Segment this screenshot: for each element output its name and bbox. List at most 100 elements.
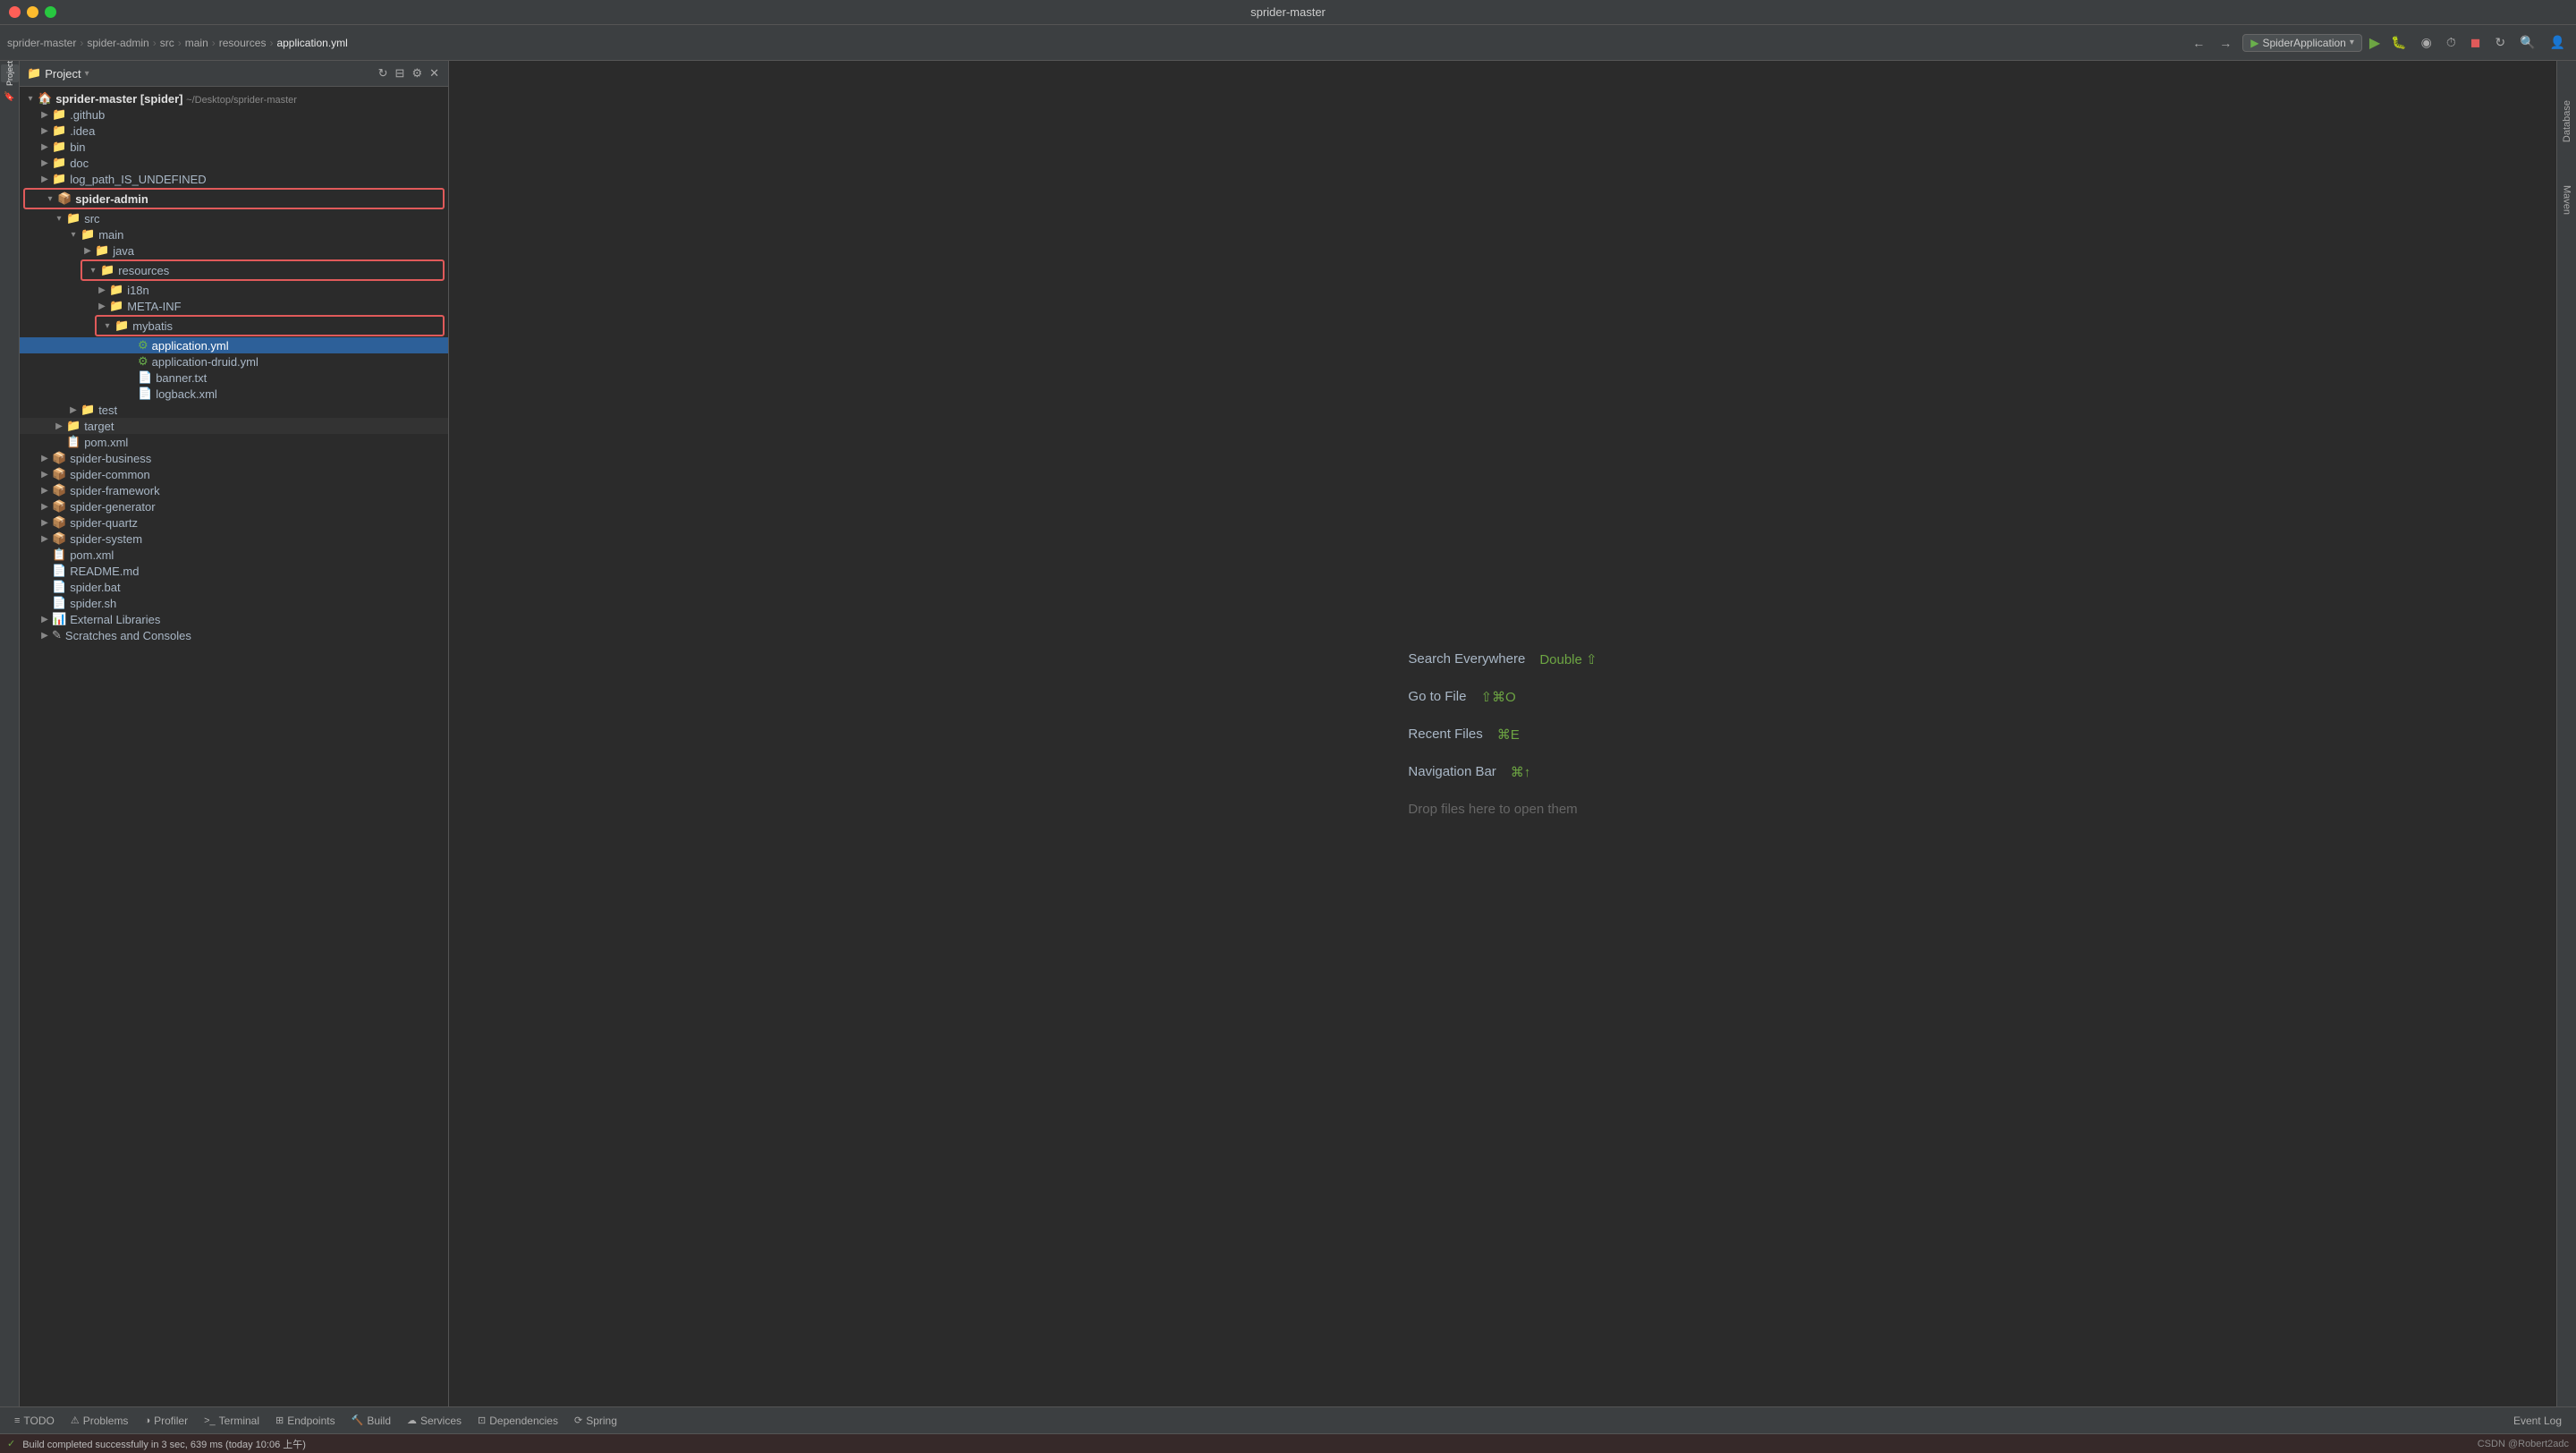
tree-item-spider-business[interactable]: ▶ 📦 spider-business (20, 450, 448, 466)
tree-item-spider-common[interactable]: ▶ 📦 spider-common (20, 466, 448, 482)
database-panel-button[interactable]: Database (2560, 97, 2574, 146)
sync-files-icon[interactable]: ↻ (377, 64, 390, 82)
tree-item-spider-bat[interactable]: 📄 spider.bat (20, 579, 448, 595)
tree-item-resources[interactable]: ▾ 📁 resources (82, 262, 443, 278)
tree-item-target[interactable]: ▶ 📁 target (20, 418, 448, 434)
tree-item-idea[interactable]: ▶ 📁 .idea (20, 123, 448, 139)
tree-item-logback[interactable]: 📄 logback.xml (20, 386, 448, 402)
tab-spring[interactable]: ⟳ Spring (567, 1413, 624, 1429)
dependencies-icon: ⊡ (478, 1415, 486, 1426)
module-admin-icon: 📦 (57, 191, 72, 206)
tab-problems[interactable]: ⚠ Problems (64, 1413, 136, 1429)
tree-item-scratches[interactable]: ▶ ✎ Scratches and Consoles (20, 627, 448, 643)
tab-dependencies[interactable]: ⊡ Dependencies (470, 1413, 565, 1429)
tree-item-src[interactable]: ▾ 📁 src (20, 210, 448, 226)
sidebar-title[interactable]: 📁 Project ▾ (27, 66, 89, 81)
tree-item-java[interactable]: ▶ 📁 java (20, 242, 448, 259)
file-readme-icon: 📄 (52, 564, 66, 578)
tree-item-spider-framework[interactable]: ▶ 📦 spider-framework (20, 482, 448, 498)
profile-icon[interactable]: ⏱ (2443, 33, 2460, 52)
tab-terminal[interactable]: >_ Terminal (197, 1413, 267, 1429)
chevron-down-icon: ▾ (2350, 38, 2354, 47)
folder-i18n-icon: 📁 (109, 283, 123, 297)
event-log-button[interactable]: Event Log (2506, 1413, 2569, 1429)
file-sh-icon: 📄 (52, 596, 66, 610)
left-panel-strip: Project 🔖 (0, 61, 20, 1406)
tree-item-mybatis[interactable]: ▾ 📁 mybatis (97, 318, 443, 334)
tree-item-github[interactable]: ▶ 📁 .github (20, 106, 448, 123)
run-config-selector[interactable]: ▶ SpiderApplication ▾ (2242, 34, 2362, 52)
tree-item-main[interactable]: ▾ 📁 main (20, 226, 448, 242)
external-libs-icon: 📊 (52, 612, 66, 626)
problems-icon: ⚠ (71, 1415, 80, 1426)
welcome-navigation-bar: Navigation Bar ⌘↑ (1408, 764, 1597, 780)
file-bat-icon: 📄 (52, 580, 66, 594)
close-sidebar-icon[interactable]: ✕ (428, 64, 441, 82)
folder-mybatis-icon: 📁 (114, 319, 129, 333)
forward-icon[interactable]: → (2216, 34, 2235, 52)
minimize-button[interactable] (27, 6, 38, 18)
tab-services[interactable]: ☁ Services (400, 1413, 469, 1429)
module-generator-icon: 📦 (52, 499, 66, 514)
breadcrumb-main[interactable]: main (185, 37, 208, 49)
file-pom-root-icon: 📋 (52, 548, 66, 562)
breadcrumb-file[interactable]: application.yml (276, 37, 347, 49)
todo-icon: ≡ (14, 1415, 20, 1426)
go-to-file-label: Go to File (1408, 689, 1466, 704)
status-message: Build completed successfully in 3 sec, 6… (22, 1437, 306, 1451)
tree-item-doc[interactable]: ▶ 📁 doc (20, 155, 448, 171)
folder-idea-icon: 📁 (52, 123, 66, 138)
tree-item-i18n[interactable]: ▶ 📁 i18n (20, 282, 448, 298)
bottom-right-area: Event Log (2506, 1413, 2569, 1429)
bookmark-icon[interactable]: 🔖 (1, 88, 19, 106)
tree-item-application-yml[interactable]: ⚙ application.yml (20, 337, 448, 353)
tree-item-logpath[interactable]: ▶ 📁 log_path_IS_UNDEFINED (20, 171, 448, 187)
breadcrumb-src[interactable]: src (160, 37, 174, 49)
tab-profiler[interactable]: ◑ Profiler (137, 1413, 195, 1429)
tree-item-meta-inf[interactable]: ▶ 📁 META-INF (20, 298, 448, 314)
tree-item-spider-quartz[interactable]: ▶ 📦 spider-quartz (20, 514, 448, 531)
tree-item-spider-generator[interactable]: ▶ 📦 spider-generator (20, 498, 448, 514)
tree-item-readme[interactable]: 📄 README.md (20, 563, 448, 579)
collapse-all-icon[interactable]: ⊟ (394, 64, 407, 82)
tree-item-bin[interactable]: ▶ 📁 bin (20, 139, 448, 155)
tree-arrow-root: ▾ (23, 94, 38, 104)
breadcrumb-admin[interactable]: spider-admin (87, 37, 148, 49)
tree-item-spider-system[interactable]: ▶ 📦 spider-system (20, 531, 448, 547)
breadcrumb-root[interactable]: sprider-master (7, 37, 76, 49)
sync-icon[interactable]: ↻ (2491, 33, 2509, 52)
drop-files-label: Drop files here to open them (1408, 802, 1577, 817)
search-everywhere-icon[interactable]: 🔍 (2516, 33, 2538, 52)
stop-icon[interactable]: ◼ (2467, 33, 2485, 52)
welcome-search-everywhere: Search Everywhere Double ⇧ (1408, 651, 1597, 667)
sidebar-header: 📁 Project ▾ ↻ ⊟ ⚙ ✕ (20, 61, 448, 87)
debug-icon[interactable]: 🐛 (2387, 33, 2410, 52)
tree-item-pom-admin[interactable]: 📋 pom.xml (20, 434, 448, 450)
status-right-text: CSDN @Robert2adc (2478, 1439, 2569, 1449)
project-tool-button[interactable]: Project (1, 64, 19, 82)
tree-item-spider-admin[interactable]: ▾ 📦 spider-admin (25, 191, 443, 207)
back-icon[interactable]: ← (2189, 34, 2208, 52)
maximize-button[interactable] (45, 6, 56, 18)
tab-endpoints[interactable]: ⊞ Endpoints (268, 1413, 343, 1429)
folder-main-icon: 📁 (80, 227, 95, 242)
tree-item-application-druid[interactable]: ⚙ application-druid.yml (20, 353, 448, 370)
user-icon[interactable]: 👤 (2546, 33, 2569, 52)
maven-panel-button[interactable]: Maven (2562, 185, 2572, 215)
tree-item-spider-sh[interactable]: 📄 spider.sh (20, 595, 448, 611)
tree-item-test[interactable]: ▶ 📁 test (20, 402, 448, 418)
tab-todo[interactable]: ≡ TODO (7, 1413, 62, 1429)
run-button[interactable]: ▶ (2369, 34, 2380, 52)
module-quartz-icon: 📦 (52, 515, 66, 530)
filter-icon[interactable]: ⚙ (410, 64, 424, 82)
tree-item-banner[interactable]: 📄 banner.txt (20, 370, 448, 386)
tree-item-root[interactable]: ▾ 🏠 sprider-master [spider] ~/Desktop/sp… (20, 90, 448, 106)
tree-item-external-libs[interactable]: ▶ 📊 External Libraries (20, 611, 448, 627)
coverage-icon[interactable]: ◉ (2418, 33, 2436, 52)
close-button[interactable] (9, 6, 21, 18)
right-panel-strip: Database Maven (2556, 61, 2576, 1406)
breadcrumb-resources[interactable]: resources (219, 37, 267, 49)
tree-item-pom-root[interactable]: 📋 pom.xml (20, 547, 448, 563)
tab-build[interactable]: 🔨 Build (344, 1413, 398, 1429)
spring-icon: ⟳ (574, 1415, 582, 1426)
